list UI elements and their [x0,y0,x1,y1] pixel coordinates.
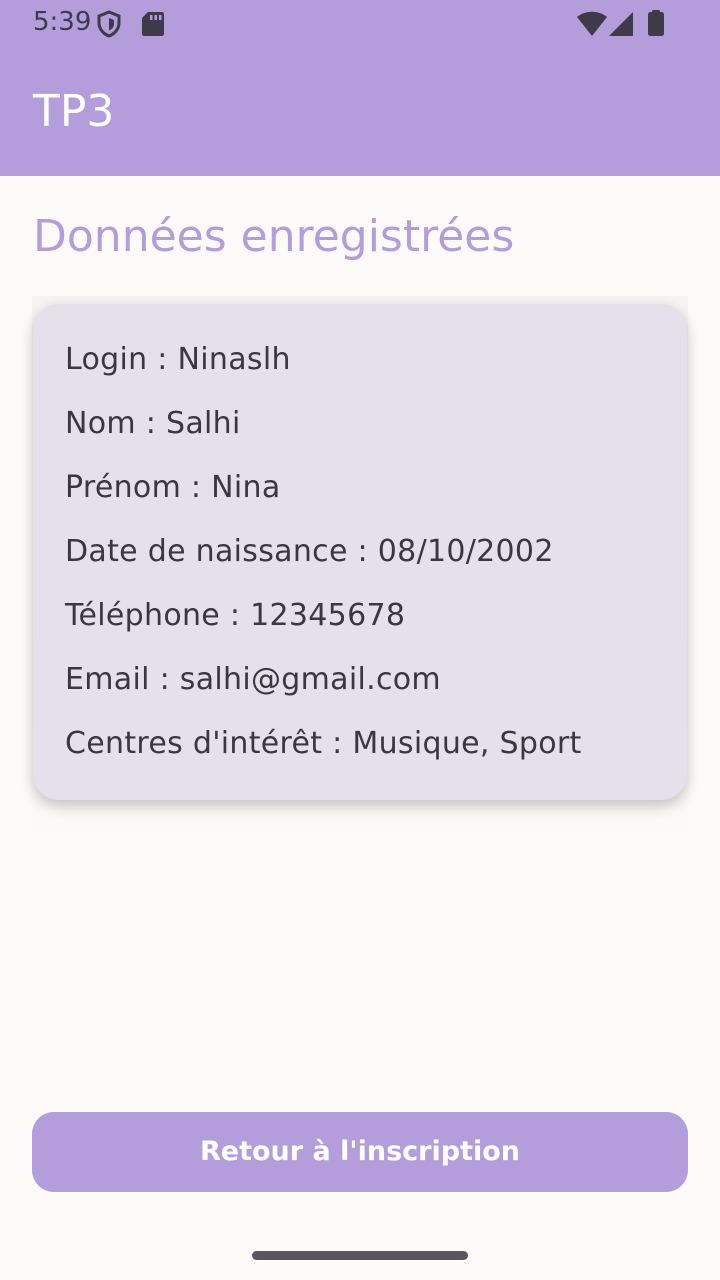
status-bar: 5:39 [0,0,720,48]
saved-data-card: Login : Ninaslh Nom : Salhi Prénom : Nin… [33,304,687,800]
battery-icon [648,10,664,36]
last-name-text: Nom : Salhi [65,406,241,441]
first-name-text: Prénom : Nina [65,470,281,505]
email-text: Email : salhi@gmail.com [65,662,441,697]
interests-text: Centres d'intérêt : Musique, Sport [65,726,582,761]
app-title: TP3 [33,86,115,137]
app-bar: 5:39 TP3 [0,0,720,176]
cell-signal-icon [609,12,633,36]
page-title: Données enregistrées [33,211,515,262]
status-time: 5:39 [33,7,92,37]
wifi-icon [577,11,607,36]
birth-date-text: Date de naissance : 08/10/2002 [65,534,554,569]
login-text: Login : Ninaslh [65,342,291,377]
sd-card-icon [142,12,164,36]
back-to-registration-button[interactable]: Retour à l'inscription [32,1112,688,1192]
shield-icon [97,10,121,38]
phone-text: Téléphone : 12345678 [65,598,406,633]
home-indicator[interactable] [252,1251,468,1260]
